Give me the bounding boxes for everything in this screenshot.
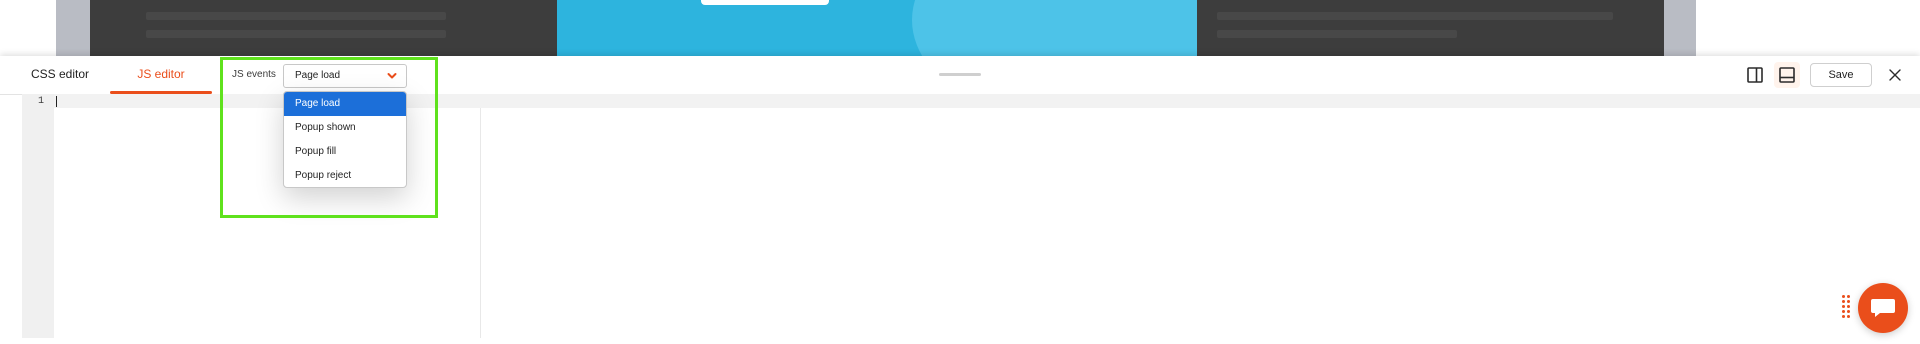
js-events-selected-value: Page load: [295, 70, 341, 81]
layout-side-panel-button[interactable]: [1742, 62, 1768, 88]
chat-bubble-icon: [1871, 299, 1895, 317]
layout-bottom-panel-button[interactable]: [1774, 62, 1800, 88]
preview-popup-image: [557, 0, 1197, 56]
js-events-select[interactable]: Page load: [283, 64, 407, 88]
page-preview: [0, 0, 1920, 56]
chat-widget-button[interactable]: [1858, 283, 1908, 333]
layout-side-panel-icon: [1747, 67, 1763, 83]
dropdown-option-popup-reject[interactable]: Popup reject: [284, 164, 406, 187]
chevron-down-icon: [387, 73, 397, 79]
editor-split-divider: [480, 108, 481, 338]
dropdown-option-page-load[interactable]: Page load: [284, 92, 406, 116]
js-events-label: JS events: [232, 69, 276, 80]
dropdown-option-popup-fill[interactable]: Popup fill: [284, 140, 406, 164]
editor-tab-bar: CSS editor JS editor JS events Page load: [0, 56, 1920, 95]
tab-css-editor-label: CSS editor: [30, 67, 90, 81]
layout-bottom-panel-icon: [1779, 67, 1795, 83]
close-icon: [1889, 69, 1901, 81]
js-events-dropdown-list: Page load Popup shown Popup fill Popup r…: [283, 91, 407, 188]
text-cursor: [56, 96, 57, 107]
preview-dark-block-right: [1197, 0, 1664, 56]
panel-resize-handle[interactable]: [939, 73, 981, 76]
preview-popup-button: [701, 0, 829, 5]
close-button[interactable]: [1886, 66, 1904, 84]
save-button[interactable]: Save: [1810, 63, 1872, 87]
line-number: 1: [37, 96, 44, 107]
tab-js-editor-label: JS editor: [137, 67, 185, 81]
chat-drag-grip-icon[interactable]: [1842, 295, 1850, 321]
preview-wave-shape: [912, 0, 1197, 56]
dropdown-option-popup-shown[interactable]: Popup shown: [284, 116, 406, 140]
line-number-gutter: 1: [22, 94, 54, 338]
tab-js-editor[interactable]: JS editor: [110, 56, 212, 94]
preview-dark-block-left: [90, 0, 558, 56]
tab-css-editor[interactable]: CSS editor: [22, 56, 98, 92]
